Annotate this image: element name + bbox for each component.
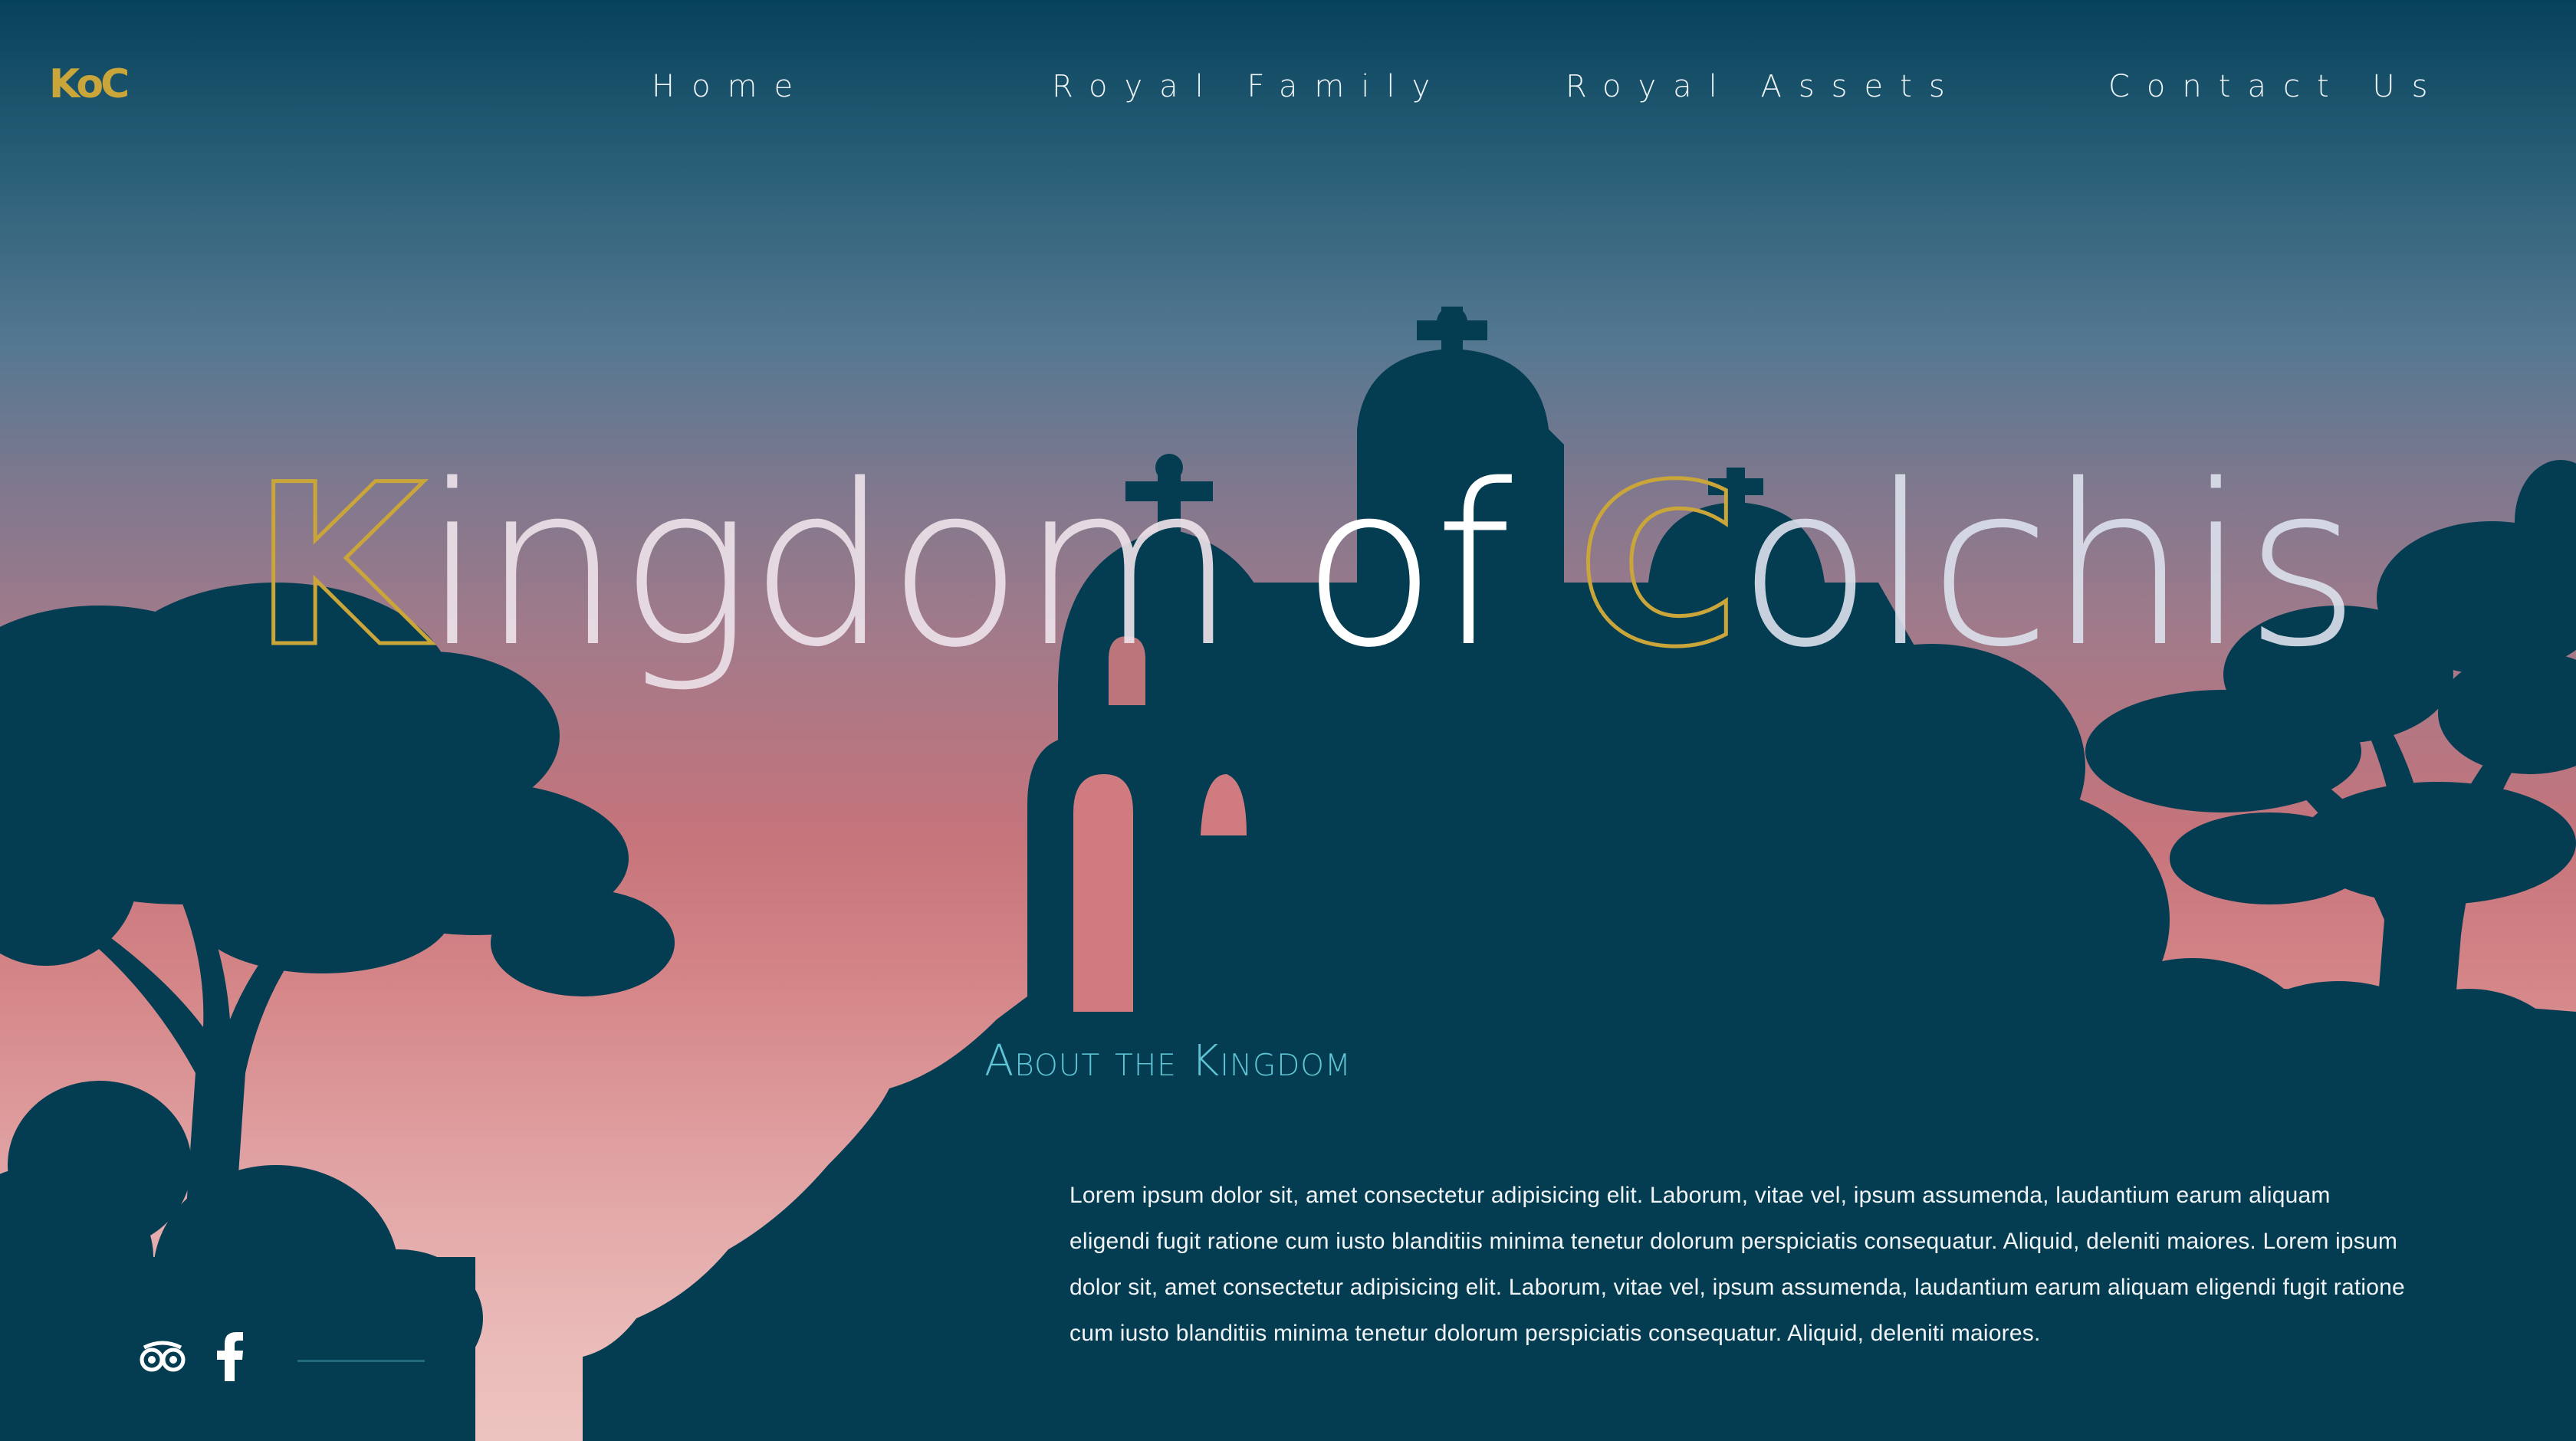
- about-body: Lorem ipsum dolor sit, amet consectetur …: [1070, 1183, 2405, 1346]
- facebook-icon[interactable]: [216, 1332, 244, 1381]
- bell-tower-window-left: [1073, 774, 1133, 1012]
- nav-item-home[interactable]: Home: [652, 60, 810, 113]
- social-divider: [297, 1360, 425, 1362]
- main-nav: Home Royal Family Royal Assets Contact U…: [0, 60, 2576, 113]
- nav-item-royal-assets[interactable]: Royal Assets: [1566, 60, 1962, 113]
- page: KoC Home Royal Family Royal Assets Conta…: [0, 0, 2576, 1441]
- nav-item-royal-family[interactable]: Royal Family: [1052, 60, 1447, 113]
- title-word-colchis: olchis: [1737, 438, 2361, 696]
- tripadvisor-icon[interactable]: [140, 1340, 186, 1374]
- title-initial-c: C: [1576, 438, 1743, 696]
- title-initial-k: K: [251, 438, 428, 696]
- nav-item-contact-us[interactable]: Contact Us: [2108, 60, 2444, 113]
- about-heading: About the Kingdom: [984, 1036, 1352, 1086]
- title-word-of: of: [1301, 438, 1513, 696]
- hero-title: Kingdom of Colchis: [251, 450, 2361, 728]
- title-word-kingdom: ingdom: [422, 438, 1237, 696]
